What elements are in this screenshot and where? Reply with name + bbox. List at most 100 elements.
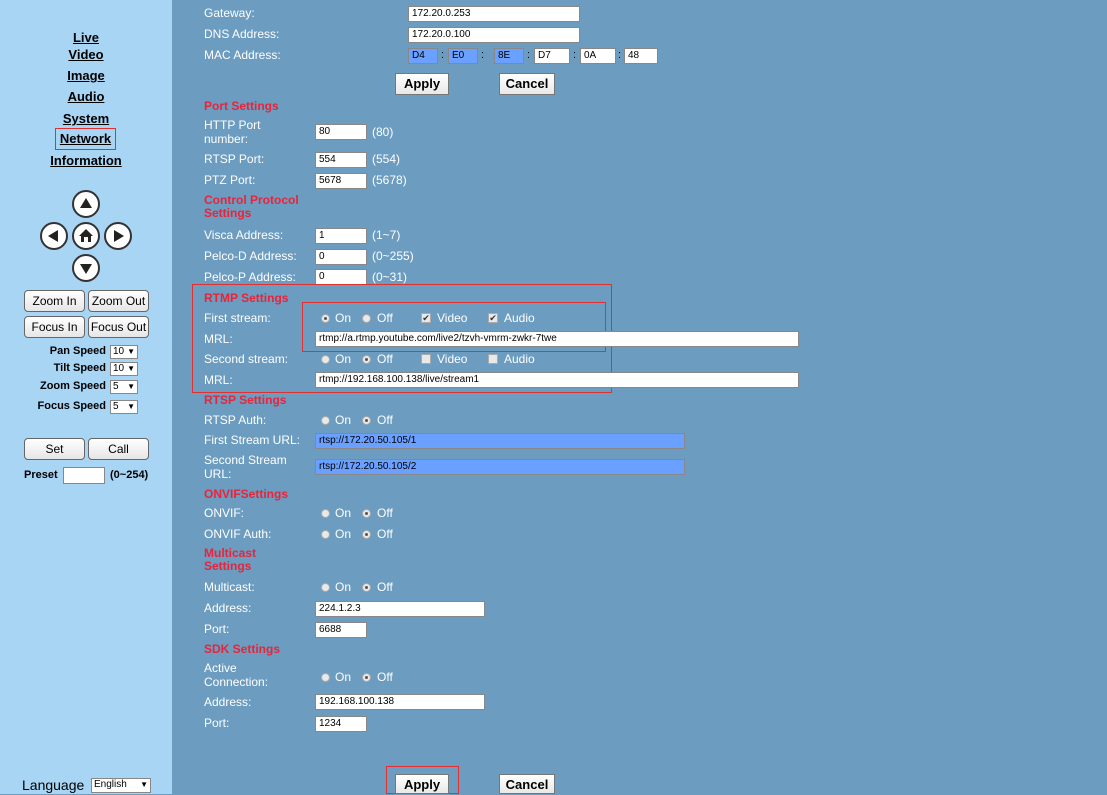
onvif-auth-on-radio[interactable]: [321, 530, 330, 539]
mac-octet-3[interactable]: 8E: [494, 48, 524, 64]
rtsp-auth-off-radio[interactable]: [362, 416, 371, 425]
gateway-input[interactable]: 172.20.0.253: [408, 6, 580, 22]
mac-separator: :: [527, 49, 531, 61]
rtsp-auth-on-radio[interactable]: [321, 416, 330, 425]
apply-button[interactable]: Apply: [395, 774, 449, 794]
focus-speed-select[interactable]: 5 ▼: [110, 400, 138, 414]
second-stream-off-radio[interactable]: [362, 355, 371, 364]
first-stream-audio-checkbox[interactable]: ✔: [488, 313, 498, 323]
multicast-on-label: On: [335, 580, 352, 594]
nav-live[interactable]: Live: [0, 30, 172, 45]
first-stream-on-label: On: [335, 311, 352, 325]
focus-out-button[interactable]: Focus Out: [88, 316, 149, 338]
zoom-out-button[interactable]: Zoom Out: [88, 290, 149, 312]
first-stream-video-checkbox[interactable]: ✔: [421, 313, 431, 323]
sdk-port-input[interactable]: 1234: [315, 716, 367, 732]
mac-octet-6[interactable]: 48: [624, 48, 658, 64]
ptz-down-button[interactable]: [72, 254, 100, 282]
focus-speed-value: 5: [113, 401, 119, 412]
rtsp-auth-label: RTSP Auth:: [204, 413, 267, 427]
first-stream-on-radio[interactable]: [321, 314, 330, 323]
multicast-on-radio[interactable]: [321, 583, 330, 592]
chevron-down-icon: ▼: [127, 347, 135, 356]
dns-input[interactable]: 172.20.0.100: [408, 27, 580, 43]
preset-input[interactable]: [63, 467, 105, 484]
nav-audio[interactable]: Audio: [0, 89, 172, 104]
http-port-label: HTTP Port number:: [204, 118, 261, 146]
focus-in-button[interactable]: Focus In: [24, 316, 85, 338]
second-stream-label: Second stream:: [204, 352, 289, 366]
language-select[interactable]: English ▼: [91, 778, 151, 793]
first-stream-audio-label: Audio: [504, 311, 535, 325]
cancel-button-top[interactable]: Cancel: [499, 73, 555, 95]
ptz-right-button[interactable]: [104, 222, 132, 250]
arrow-up-icon: [80, 198, 92, 208]
nav-network[interactable]: Network: [55, 128, 116, 150]
pelcod-address-input[interactable]: 0: [315, 249, 367, 265]
chevron-down-icon: ▼: [140, 780, 148, 789]
multicast-label: Multicast:: [204, 580, 255, 594]
first-stream-off-radio[interactable]: [362, 314, 371, 323]
mac-separator: :: [441, 49, 445, 61]
ptz-left-button[interactable]: [40, 222, 68, 250]
second-stream-url-label: Second Stream URL:: [204, 453, 287, 481]
apply-button-top[interactable]: Apply: [395, 73, 449, 95]
http-port-input[interactable]: 80: [315, 124, 367, 140]
sdk-settings-title: SDK Settings: [204, 642, 281, 656]
ptz-up-button[interactable]: [72, 190, 100, 218]
mac-octet-5[interactable]: 0A: [580, 48, 616, 64]
rtsp-auth-on-label: On: [335, 413, 352, 427]
sidebar: Live Video Image Audio System Network In…: [0, 0, 172, 794]
dns-label: DNS Address:: [204, 27, 280, 41]
mac-octet-2[interactable]: E0: [448, 48, 478, 64]
multicast-address-input[interactable]: 224.1.2.3: [315, 601, 485, 617]
ptz-home-button[interactable]: [72, 222, 100, 250]
multicast-port-label: Port:: [204, 622, 230, 636]
chevron-down-icon: ▼: [127, 402, 135, 411]
visca-address-input[interactable]: 1: [315, 228, 367, 244]
sdk-address-input[interactable]: 192.168.100.138: [315, 694, 485, 710]
mrl2-input[interactable]: rtmp://192.168.100.138/live/stream1: [315, 372, 799, 388]
nav-video[interactable]: Video: [0, 47, 172, 62]
multicast-port-input[interactable]: 6688: [315, 622, 367, 638]
second-stream-off-label: Off: [377, 352, 393, 366]
rtsp-port-hint: (554): [372, 152, 401, 166]
nav-image[interactable]: Image: [0, 68, 172, 83]
tilt-speed-label: Tilt Speed: [53, 362, 106, 374]
nav-system[interactable]: System: [0, 111, 172, 126]
second-stream-url-input[interactable]: rtsp://172.20.50.105/2: [315, 459, 685, 475]
mac-separator: :: [481, 49, 485, 61]
second-stream-video-checkbox[interactable]: [421, 354, 431, 364]
mac-octet-4[interactable]: D7: [534, 48, 570, 64]
rtsp-settings-title: RTSP Settings: [204, 393, 287, 407]
pelcop-address-input[interactable]: 0: [315, 269, 367, 285]
second-stream-audio-checkbox[interactable]: [488, 354, 498, 364]
set-preset-button[interactable]: Set: [24, 438, 85, 460]
mrl1-label: MRL:: [204, 332, 233, 346]
sdk-port-label: Port:: [204, 716, 230, 730]
rtsp-port-input[interactable]: 554: [315, 152, 367, 168]
second-stream-on-label: On: [335, 352, 352, 366]
active-connection-off-label: Off: [377, 670, 393, 684]
tilt-speed-select[interactable]: 10 ▼: [110, 362, 138, 376]
active-connection-on-radio[interactable]: [321, 673, 330, 682]
mrl1-input[interactable]: rtmp://a.rtmp.youtube.com/live2/tzvh-vmr…: [315, 331, 799, 347]
mrl2-label: MRL:: [204, 373, 233, 387]
first-stream-url-input[interactable]: rtsp://172.20.50.105/1: [315, 433, 685, 449]
multicast-off-radio[interactable]: [362, 583, 371, 592]
pan-speed-select[interactable]: 10 ▼: [110, 345, 138, 359]
http-port-hint: (80): [372, 125, 394, 139]
chevron-down-icon: ▼: [127, 364, 135, 373]
ptz-port-input[interactable]: 5678: [315, 173, 367, 189]
nav-information[interactable]: Information: [0, 153, 172, 168]
onvif-on-radio[interactable]: [321, 509, 330, 518]
onvif-off-radio[interactable]: [362, 509, 371, 518]
onvif-auth-off-radio[interactable]: [362, 530, 371, 539]
active-connection-off-radio[interactable]: [362, 673, 371, 682]
mac-octet-1[interactable]: D4: [408, 48, 438, 64]
second-stream-on-radio[interactable]: [321, 355, 330, 364]
zoom-speed-select[interactable]: 5 ▼: [110, 380, 138, 394]
zoom-in-button[interactable]: Zoom In: [24, 290, 85, 312]
call-preset-button[interactable]: Call: [88, 438, 149, 460]
cancel-button[interactable]: Cancel: [499, 774, 555, 794]
